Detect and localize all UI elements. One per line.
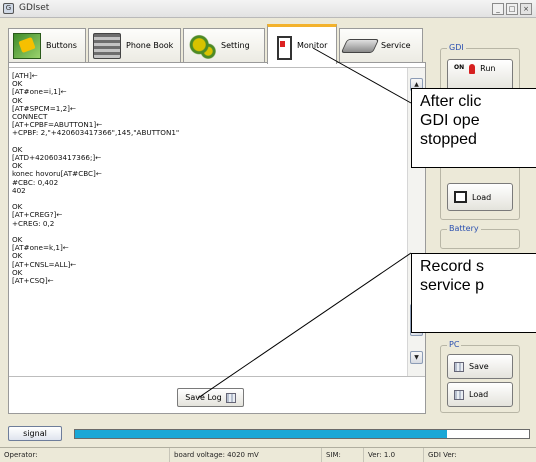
log-line: [AT+CNSL=ALL]←	[12, 259, 77, 269]
tab-label: Monitor	[297, 41, 328, 50]
status-sim: SIM:	[322, 448, 364, 462]
save-log-label: Save Log	[185, 393, 222, 402]
grid-icon	[225, 392, 236, 403]
window-controls: _ □ ×	[492, 3, 532, 15]
gdi-load-label: Load	[472, 192, 492, 202]
service-icon	[340, 38, 380, 53]
signal-button[interactable]: signal	[8, 426, 62, 441]
close-icon[interactable]: ×	[520, 3, 532, 15]
tab-label: Phone Book	[126, 41, 174, 50]
pc-save-button[interactable]: Save	[447, 354, 513, 379]
on-tag: ON	[454, 64, 465, 71]
phone-book-icon	[93, 32, 121, 59]
gdi-group-title: GDI	[447, 43, 466, 52]
log-line: [AT#one=k,1]←	[12, 243, 69, 253]
tab-phone-book[interactable]: Phone Book	[88, 28, 181, 62]
pc-load-button[interactable]: Load	[447, 382, 513, 407]
minimize-icon[interactable]: _	[492, 3, 504, 15]
title-bar: G GDIset _ □ ×	[0, 0, 536, 18]
status-gdi-version: GDI Ver:	[428, 451, 457, 459]
log-textarea[interactable]: [ATH]← OK [AT#one=i,1]← OK [AT#SPCM=1,2]← CON…	[9, 67, 425, 377]
log-line: [ATH]←	[12, 71, 38, 80]
gdi-app-icon: G	[3, 3, 14, 14]
log-line: konec hovoru[AT#CBC]←	[12, 169, 102, 179]
gdi-load-button[interactable]: Load	[447, 183, 513, 211]
tab-setting[interactable]: Setting	[183, 28, 265, 62]
grid-icon	[454, 361, 464, 372]
tab-service[interactable]: Service	[339, 28, 423, 62]
power-icon	[469, 64, 476, 74]
callout-record: Record s service p	[411, 253, 536, 333]
callout-line: stopped	[420, 131, 477, 148]
tab-strip: Buttons Phone Book Setting Monitor Servi…	[8, 24, 508, 64]
setting-icon	[188, 32, 216, 59]
save-log-button[interactable]: Save Log	[177, 388, 244, 407]
pc-save-label: Save	[469, 362, 489, 371]
tab-label: Setting	[221, 41, 250, 50]
log-line: +CPBF: 2,"+420603417366",145,"ABUTTON1"	[12, 128, 180, 138]
status-board-voltage: board voltage: 4020 mV	[170, 448, 322, 462]
status-bar: Operator: board voltage: 4020 mV SIM: Ve…	[0, 447, 536, 462]
log-line: [AT+CREG?]←	[12, 210, 63, 220]
log-line: [AT#one=i,1]←	[12, 87, 67, 97]
signal-level-fill	[75, 430, 448, 438]
log-line: OK	[12, 267, 23, 277]
log-line: OK	[12, 202, 23, 212]
log-line: [ATD+420603417366;]←	[12, 153, 102, 163]
log-line: 402	[12, 185, 26, 195]
callout-line: GDI ope	[420, 112, 480, 129]
signal-meter	[74, 429, 530, 439]
tab-buttons[interactable]: Buttons	[8, 28, 86, 62]
log-line: +CREG: 0,2	[12, 218, 55, 228]
callout-after-click: After clic GDI ope stopped	[411, 88, 536, 168]
tab-label: Service	[381, 41, 411, 50]
signal-row: signal	[8, 426, 530, 442]
run-button[interactable]: ON Run	[447, 59, 513, 91]
maximize-icon[interactable]: □	[506, 3, 518, 15]
run-label: Run	[480, 64, 496, 73]
log-line: OK	[12, 79, 23, 89]
callout-line: service p	[420, 277, 485, 294]
buttons-icon	[13, 32, 41, 59]
pc-group: PC Save Load	[440, 340, 520, 413]
callout-line: After clic	[420, 93, 482, 110]
log-line: [AT#SPCM=1,2]←	[12, 103, 76, 113]
log-line: [AT+CSQ]←	[12, 276, 54, 286]
tab-label: Buttons	[46, 41, 77, 50]
window-title: GDIset	[19, 3, 50, 13]
status-operator: Operator:	[0, 448, 170, 462]
battery-group: Battery	[440, 224, 520, 249]
battery-group-title: Battery	[447, 224, 481, 233]
tab-monitor[interactable]: Monitor	[267, 24, 337, 64]
grid-icon	[454, 389, 464, 400]
monitor-panel: [ATH]← OK [AT#one=i,1]← OK [AT#SPCM=1,2]← CON…	[8, 62, 426, 414]
callout-line: Record s	[420, 258, 485, 275]
log-line: #CBC: 0,402	[12, 177, 59, 187]
disk-icon	[454, 191, 467, 203]
monitor-icon	[272, 32, 292, 60]
log-line: OK	[12, 235, 23, 245]
log-text: [ATH]← OK [AT#one=i,1]← OK [AT#SPCM=1,2]← CON…	[12, 71, 406, 286]
pc-group-title: PC	[447, 340, 462, 349]
pc-load-label: Load	[469, 390, 489, 399]
status-version: Ver: 1.0	[364, 448, 424, 462]
scroll-down-icon[interactable]: ▼	[410, 351, 423, 364]
